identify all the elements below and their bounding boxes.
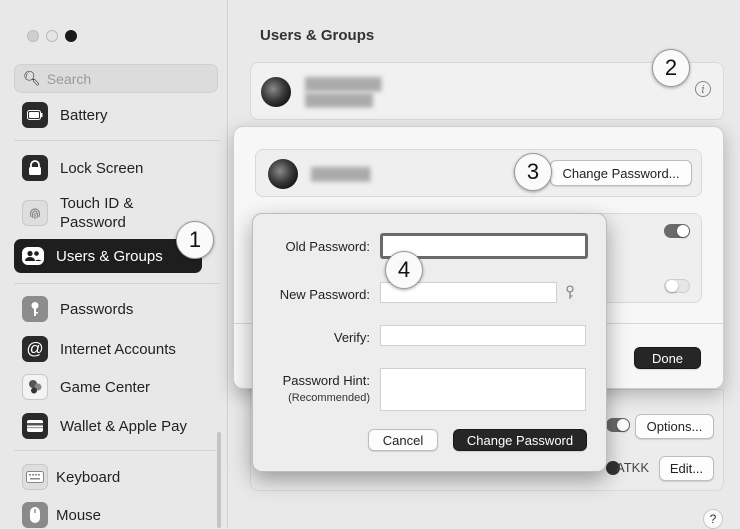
users-icon [22, 247, 44, 265]
sidebar-item-label: Game Center [60, 378, 151, 396]
user-name-redacted: █████████ [305, 77, 382, 91]
new-password-label: New Password: [279, 287, 370, 302]
wallet-icon [22, 413, 48, 439]
sidebar-item-label-line1: Touch ID & [60, 195, 134, 212]
old-password-label: Old Password: [285, 239, 370, 254]
reset-toggle[interactable] [664, 279, 690, 293]
verify-password-field[interactable] [380, 325, 586, 346]
sidebar-item-wallet[interactable]: Wallet & Apple Pay [14, 412, 202, 440]
atkk-label: ATKK [616, 460, 649, 475]
sidebar-item-game-center[interactable]: Game Center [14, 373, 202, 401]
close-window-button[interactable] [27, 30, 39, 42]
done-button[interactable]: Done [634, 347, 701, 369]
sidebar-item-battery[interactable]: Battery [14, 101, 202, 129]
sidebar-divider [14, 283, 220, 284]
password-hint-label: Password Hint: (Recommended) [283, 373, 370, 406]
sidebar-item-label: Users & Groups [56, 247, 163, 265]
keyboard-icon [22, 464, 48, 490]
sidebar-item-label: Battery [60, 106, 108, 124]
search-field[interactable]: 🔍︎ Search [14, 64, 218, 93]
sidebar-item-label: Wallet & Apple Pay [60, 417, 188, 435]
background-toggle[interactable] [606, 418, 630, 432]
options-button[interactable]: Options... [635, 414, 714, 439]
sidebar-item-lock-screen[interactable]: Lock Screen [14, 154, 202, 182]
user-name-redacted: ███████ [311, 167, 371, 181]
sidebar: 🔍︎ Search Battery Lock Screen Touch ID &… [0, 0, 228, 528]
callout-marker-2: 2 [652, 49, 690, 87]
info-icon[interactable]: i [695, 81, 711, 97]
edit-button[interactable]: Edit... [659, 456, 714, 481]
hint-label-text: Password Hint: [282, 373, 370, 388]
search-icon: 🔍︎ [23, 70, 41, 86]
admin-toggle[interactable] [664, 224, 690, 238]
sidebar-item-keyboard[interactable]: Keyboard [14, 463, 202, 491]
sidebar-item-mouse[interactable]: Mouse [14, 501, 202, 529]
sidebar-item-users-groups[interactable]: Users & Groups [14, 239, 202, 273]
window-controls [27, 30, 77, 42]
fingerprint-icon [22, 200, 48, 226]
callout-marker-4: 4 [385, 251, 423, 289]
hint-recommended-label: (Recommended) [288, 392, 370, 404]
zoom-window-button[interactable] [65, 30, 77, 42]
change-password-button[interactable]: Change Password... [550, 160, 692, 186]
sidebar-divider [14, 450, 220, 451]
sidebar-item-label: Passwords [60, 300, 134, 318]
callout-marker-1: 1 [176, 221, 214, 259]
sidebar-item-label: Internet Accounts [60, 340, 176, 358]
password-assistant-key-icon[interactable] [565, 285, 575, 304]
battery-icon [22, 102, 48, 128]
sidebar-item-label: Touch ID & Password [60, 194, 133, 232]
sidebar-item-label: Keyboard [56, 468, 121, 486]
verify-label: Verify: [333, 330, 370, 345]
change-password-submit-button[interactable]: Change Password [453, 429, 587, 451]
avatar [268, 159, 298, 189]
avatar [261, 77, 291, 107]
callout-marker-3: 3 [514, 153, 552, 191]
minimize-window-button[interactable] [46, 30, 58, 42]
sidebar-item-passwords[interactable]: Passwords [14, 295, 202, 323]
sidebar-item-label-line2: Password [60, 214, 126, 231]
sidebar-divider [14, 140, 220, 141]
help-button[interactable]: ? [703, 509, 723, 529]
page-title: Users & Groups [260, 27, 375, 44]
sidebar-item-internet-accounts[interactable]: @ Internet Accounts [14, 335, 202, 363]
change-password-dialog: Old Password: New Password: Verify: Pass… [252, 213, 607, 472]
lock-icon [22, 155, 48, 181]
key-icon [22, 296, 48, 322]
search-placeholder: Search [46, 70, 92, 87]
sidebar-item-label: Mouse [56, 506, 102, 524]
sidebar-item-label: Lock Screen [60, 159, 144, 177]
cancel-button[interactable]: Cancel [368, 429, 438, 451]
sidebar-item-touch-id[interactable]: Touch ID & Password [14, 194, 202, 232]
game-center-icon [22, 374, 48, 400]
user-role-redacted: ████████ [305, 93, 374, 107]
mouse-icon [22, 502, 48, 528]
sidebar-scrollbar[interactable] [217, 432, 221, 528]
at-icon: @ [22, 336, 48, 362]
password-hint-field[interactable] [380, 368, 586, 411]
